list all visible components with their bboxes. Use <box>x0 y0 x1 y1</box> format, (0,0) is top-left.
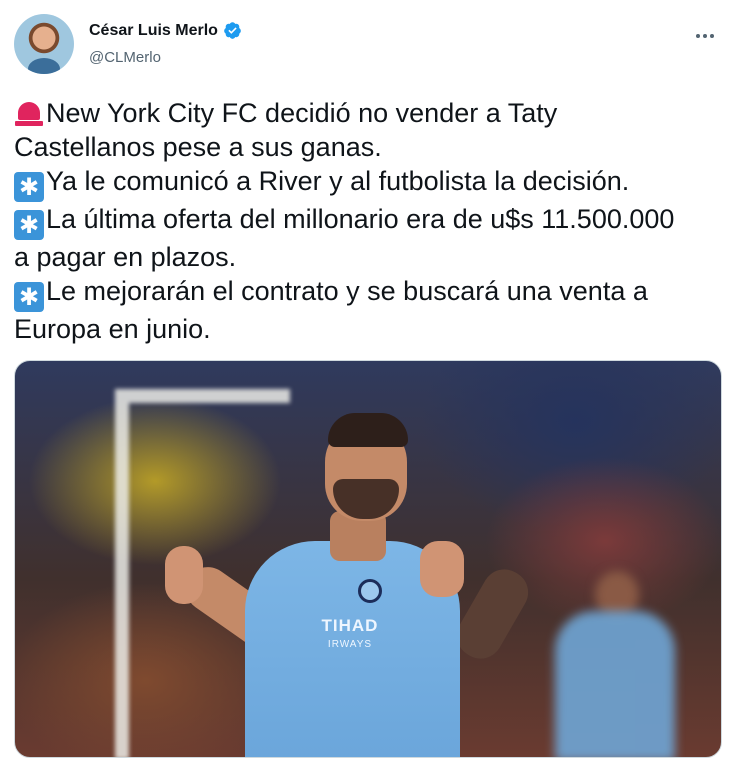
asterisk-icon: ✱ <box>14 282 44 312</box>
tweet-line-text: a pagar en plazos. <box>14 242 237 272</box>
asterisk-icon: ✱ <box>14 172 44 202</box>
tweet-header: César Luis Merlo @CLMerlo <box>14 14 725 78</box>
tweet-line: Europa en junio. <box>14 312 726 346</box>
tweet-line: ✱ Ya le comunicó a River y al futbolista … <box>14 164 726 202</box>
player-hair <box>328 413 408 447</box>
tweet-line-text: Castellanos pese a sus ganas. <box>14 132 382 162</box>
siren-icon <box>14 97 44 127</box>
more-dot-icon <box>703 34 707 38</box>
more-dot-icon <box>696 34 700 38</box>
tweet-line-text: Le mejorarán el contrato y se buscará un… <box>46 276 648 306</box>
tweet-line-text: Europa en junio. <box>14 314 211 344</box>
avatar[interactable] <box>14 14 74 74</box>
name-row: César Luis Merlo <box>89 21 242 40</box>
tweet-line: ✱ Le mejorarán el contrato y se buscará u… <box>14 274 726 312</box>
display-name[interactable]: César Luis Merlo <box>89 22 218 40</box>
more-options-button[interactable] <box>691 22 719 50</box>
asterisk-icon: ✱ <box>14 210 44 240</box>
tweet-line: Castellanos pese a sus ganas. <box>14 130 726 164</box>
tweet-line: a pagar en plazos. <box>14 240 726 274</box>
background-player <box>555 611 675 757</box>
player-right-thumb <box>420 541 464 597</box>
tweet-line-text: New York City FC decidió no vender a Tat… <box>46 98 558 128</box>
player-left-thumb <box>165 546 203 604</box>
user-handle[interactable]: @CLMerlo <box>89 49 161 66</box>
tweet-photo[interactable]: TIHAD IRWAYS <box>14 360 722 758</box>
tweet-card: César Luis Merlo @CLMerlo New York City … <box>0 0 739 769</box>
tweet-line-text: Ya le comunicó a River y al futbolista l… <box>46 166 630 196</box>
jersey-sponsor-sub: IRWAYS <box>327 639 373 650</box>
tweet-line: New York City FC decidió no vender a Tat… <box>14 96 726 130</box>
club-crest-icon <box>358 579 382 603</box>
tweet-line-text: La última oferta del millonario era de u… <box>46 204 675 234</box>
jersey-sponsor: TIHAD <box>321 616 379 635</box>
tweet-text: New York City FC decidió no vender a Tat… <box>14 96 726 346</box>
tweet-line: ✱ La última oferta del millonario era de … <box>14 202 726 240</box>
verified-badge-icon <box>224 22 241 39</box>
more-dot-icon <box>710 34 714 38</box>
